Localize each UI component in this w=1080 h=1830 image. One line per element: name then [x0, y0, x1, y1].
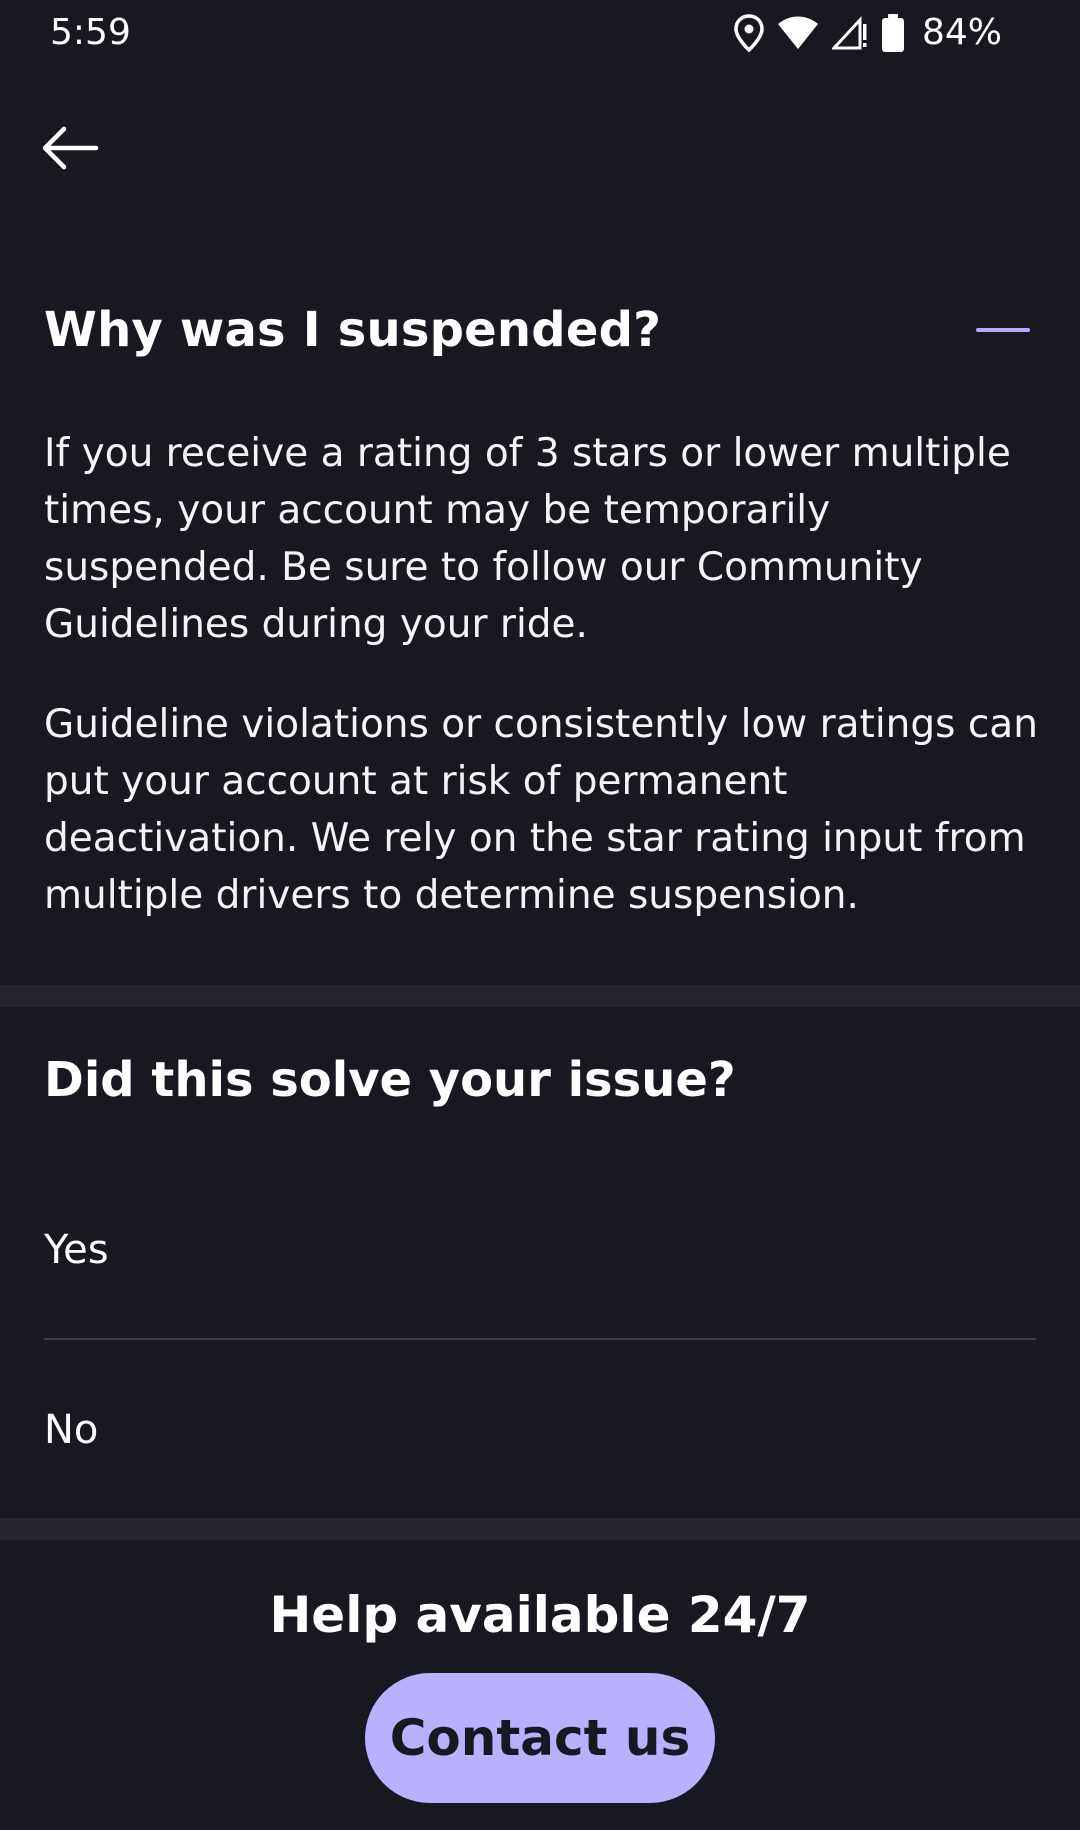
minus-icon [976, 328, 1030, 332]
wifi-icon [777, 16, 818, 50]
option-divider [44, 1338, 1036, 1340]
section-divider [0, 1518, 1080, 1540]
option-label: Yes [44, 1227, 109, 1273]
location-icon [734, 13, 764, 52]
status-time: 5:59 [50, 12, 131, 53]
feedback-question: Did this solve your issue? [44, 1052, 736, 1108]
section-divider [0, 985, 1080, 1007]
battery-icon [881, 13, 904, 52]
status-bar: 5:59 84% [0, 0, 1080, 70]
faq-paragraph-1: If you receive a rating of 3 stars or lo… [44, 431, 1011, 647]
battery-percent: 84% [921, 12, 1002, 53]
option-label: No [44, 1407, 99, 1453]
faq-accordion-header[interactable]: Why was I suspended? [44, 290, 1036, 370]
faq-answer: If you receive a rating of 3 stars or lo… [44, 425, 1044, 967]
faq-paragraph-2: Guideline violations or consistently low… [44, 702, 1038, 918]
signal-icon [831, 15, 868, 50]
arrow-left-icon [40, 126, 100, 174]
help-title: Help available 24/7 [269, 1586, 811, 1644]
feedback-option-yes[interactable]: Yes [44, 1190, 1036, 1310]
feedback-option-no[interactable]: No [44, 1370, 1036, 1490]
faq-title: Why was I suspended? [44, 302, 662, 358]
contact-us-button[interactable]: Contact us [365, 1673, 715, 1803]
status-icons: 84% [734, 12, 1002, 53]
back-button[interactable] [40, 118, 116, 182]
